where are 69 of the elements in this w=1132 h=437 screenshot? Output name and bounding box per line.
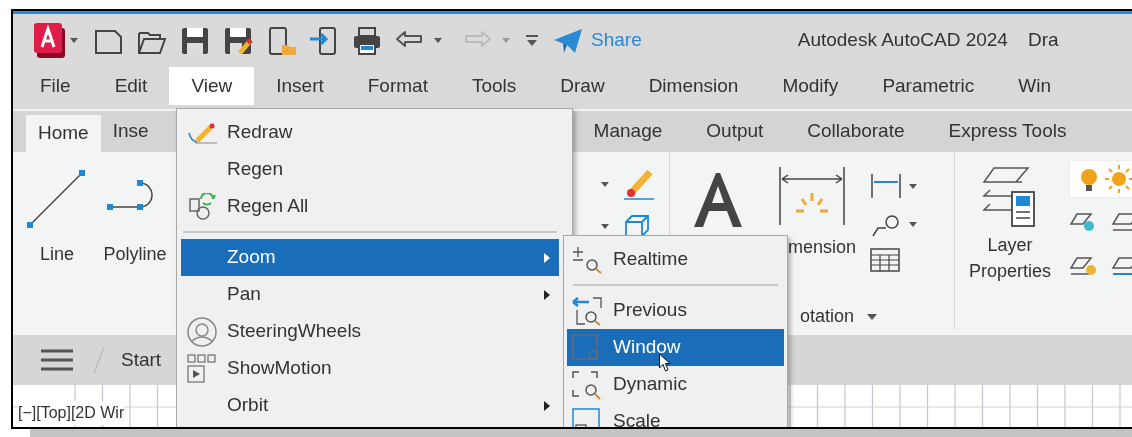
ribbon-tab[interactable]: Manage <box>571 111 685 152</box>
table-icon[interactable] <box>870 248 901 272</box>
menu-item[interactable]: Window <box>567 329 784 366</box>
caret-icon[interactable] <box>600 180 610 188</box>
menu-item[interactable]: SteeringWheels <box>181 313 559 350</box>
window-title: Autodesk AutoCAD 2024 <box>797 28 1008 53</box>
submenu-arrow-icon <box>543 251 551 264</box>
menu-item[interactable]: Format <box>345 67 450 105</box>
tool-label[interactable]: mension <box>788 234 857 261</box>
caret-icon <box>866 312 879 321</box>
submenu-arrow-icon <box>543 399 551 412</box>
tool-label[interactable]: Polyline <box>103 241 167 268</box>
dimension-tool-icon[interactable] <box>778 165 846 227</box>
ribbon-tab[interactable]: Collaborate <box>785 111 927 152</box>
block-icon[interactable] <box>622 214 652 238</box>
ribbon-tab[interactable]: Output <box>684 111 786 152</box>
menu-item[interactable]: Scale <box>567 403 784 427</box>
menu-item[interactable]: Dynamic <box>567 366 784 403</box>
menu-icon[interactable] <box>40 349 74 371</box>
zoom-dynamic-icon <box>571 369 603 400</box>
menu-item[interactable]: ShowMotion <box>181 350 559 387</box>
ribbon-tab[interactable]: Express Tools <box>926 111 1089 152</box>
menu-item[interactable]: Dimension <box>626 67 761 105</box>
menu-item[interactable]: Regen <box>181 151 559 188</box>
menu-item[interactable]: Previous <box>567 292 784 329</box>
ribbon-tab[interactable]: Home <box>26 115 101 152</box>
document-title: Dra <box>1027 28 1059 53</box>
regenerate-icon <box>187 192 217 221</box>
panel-title[interactable]: otation <box>800 303 954 330</box>
tool-label[interactable]: Layer Properties <box>958 232 1062 284</box>
menu-item[interactable]: File <box>18 67 93 105</box>
menu-item[interactable]: Edit <box>92 67 170 105</box>
caret-icon[interactable] <box>600 222 610 230</box>
menu-item[interactable]: View <box>169 67 255 105</box>
play-frames-icon <box>187 353 217 384</box>
app-logo-icon[interactable] <box>34 22 66 59</box>
menu-item[interactable]: Modify <box>760 67 861 105</box>
linear-dimension-icon[interactable] <box>870 172 903 200</box>
menu-item[interactable]: Orbit <box>181 387 559 424</box>
pencil-icon[interactable] <box>622 168 656 200</box>
caret-icon[interactable] <box>433 37 443 44</box>
menu-item[interactable]: Pan <box>181 276 559 313</box>
caret-icon[interactable] <box>908 182 919 190</box>
viewport-label[interactable]: [−][Top][2D Wir <box>18 401 125 425</box>
customize-menu-icon[interactable] <box>525 33 539 48</box>
menu-item[interactable]: Redraw <box>181 114 559 151</box>
line-tool-icon[interactable] <box>26 167 88 229</box>
menu-item[interactable]: Parametric <box>860 67 997 105</box>
menu-item[interactable]: Realtime <box>567 241 784 278</box>
menu-item[interactable]: Win <box>996 67 1073 105</box>
mouse-cursor-icon <box>658 353 672 373</box>
paper-plane-icon <box>553 27 583 54</box>
caret-icon[interactable] <box>69 37 79 44</box>
submenu-arrow-icon <box>543 288 551 301</box>
menu-item[interactable]: Tools <box>449 67 539 105</box>
menu-item[interactable]: Regen All <box>181 188 559 225</box>
caret-icon[interactable] <box>908 220 919 228</box>
zoom-realtime-icon <box>571 245 603 274</box>
tab-divider-icon <box>92 345 106 375</box>
menu-item[interactable]: Insert <box>254 67 346 105</box>
menu-item[interactable]: Zoom <box>181 239 559 276</box>
menu-item[interactable]: Draw <box>538 67 627 105</box>
layers-icon[interactable] <box>982 164 1038 230</box>
zoom-scale-icon <box>571 406 603 427</box>
ribbon-tab[interactable]: Inse <box>100 111 161 152</box>
tool-label[interactable]: Line <box>40 241 74 268</box>
file-tab[interactable]: Start <box>121 345 162 375</box>
print-icon[interactable] <box>351 24 383 57</box>
zoom-previous-icon <box>571 295 603 326</box>
